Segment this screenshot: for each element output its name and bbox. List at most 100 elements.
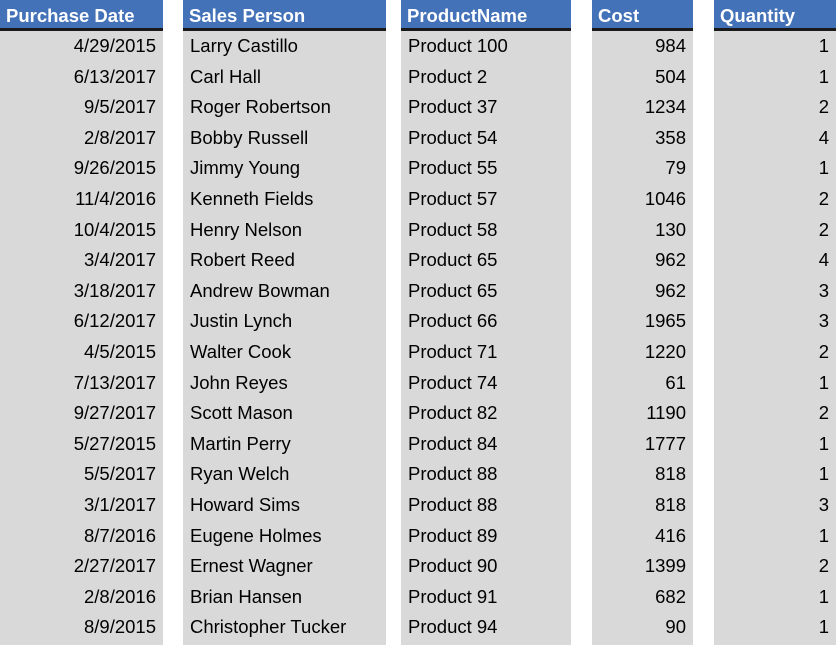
table-cell[interactable]: 818 [592,459,693,490]
table-cell[interactable]: Product 2 [401,62,571,93]
table-cell[interactable]: 682 [592,582,693,613]
table-cell[interactable]: Bobby Russell [183,123,386,154]
table-cell[interactable]: Andrew Bowman [183,276,386,307]
table-cell[interactable]: 1234 [592,92,693,123]
table-cell[interactable]: John Reyes [183,368,386,399]
table-cell[interactable]: Product 54 [401,123,571,154]
table-cell[interactable]: 1046 [592,184,693,215]
column-header-quantity[interactable]: Quantity [714,0,836,31]
table-cell[interactable]: Product 89 [401,521,571,552]
table-cell[interactable]: Carl Hall [183,62,386,93]
table-cell[interactable]: 3/18/2017 [0,276,163,307]
table-cell[interactable]: 3 [714,276,836,307]
table-cell[interactable]: 2 [714,92,836,123]
table-cell[interactable]: Product 55 [401,153,571,184]
table-cell[interactable]: 962 [592,245,693,276]
table-cell[interactable]: 2/8/2016 [0,582,163,613]
table-cell[interactable]: 8/7/2016 [0,521,163,552]
table-cell[interactable]: Martin Perry [183,429,386,460]
table-cell[interactable]: 3 [714,306,836,337]
table-cell[interactable]: Product 88 [401,459,571,490]
table-cell[interactable]: 2 [714,215,836,246]
table-cell[interactable]: Product 58 [401,215,571,246]
table-cell[interactable]: 3/4/2017 [0,245,163,276]
table-cell[interactable]: Ernest Wagner [183,551,386,582]
table-cell[interactable]: 1190 [592,398,693,429]
table-cell[interactable]: 3/1/2017 [0,490,163,521]
table-cell[interactable]: Brian Hansen [183,582,386,613]
table-cell[interactable]: Jimmy Young [183,153,386,184]
table-cell[interactable]: Justin Lynch [183,306,386,337]
table-cell[interactable]: Roger Robertson [183,92,386,123]
table-cell[interactable]: 9/26/2015 [0,153,163,184]
table-cell[interactable]: 1777 [592,429,693,460]
table-cell[interactable]: 504 [592,62,693,93]
table-cell[interactable]: 2/27/2017 [0,551,163,582]
table-cell[interactable]: 1 [714,153,836,184]
table-cell[interactable]: 79 [592,153,693,184]
table-cell[interactable]: 1 [714,612,836,643]
table-cell[interactable]: Product 71 [401,337,571,368]
table-cell[interactable]: 3 [714,490,836,521]
table-cell[interactable]: 1 [714,429,836,460]
column-header-purchase-date[interactable]: Purchase Date [0,0,163,31]
table-cell[interactable]: Robert Reed [183,245,386,276]
table-cell[interactable]: 2/8/2017 [0,123,163,154]
table-cell[interactable]: 1 [714,62,836,93]
table-cell[interactable]: 7/13/2017 [0,368,163,399]
table-cell[interactable]: 2 [714,337,836,368]
table-cell[interactable]: Product 90 [401,551,571,582]
column-header-product-name[interactable]: ProductName [401,0,571,31]
table-cell[interactable]: 962 [592,276,693,307]
table-cell[interactable]: 6/12/2017 [0,306,163,337]
table-cell[interactable]: 9/27/2017 [0,398,163,429]
table-cell[interactable]: 2 [714,184,836,215]
table-cell[interactable]: 1 [714,31,836,62]
table-cell[interactable]: Walter Cook [183,337,386,368]
table-cell[interactable]: 4 [714,245,836,276]
table-cell[interactable]: Product 66 [401,306,571,337]
table-cell[interactable]: Product 37 [401,92,571,123]
table-cell[interactable]: 130 [592,215,693,246]
table-cell[interactable]: 5/27/2015 [0,429,163,460]
table-cell[interactable]: 1 [714,368,836,399]
table-cell[interactable]: Product 94 [401,612,571,643]
table-cell[interactable]: Kenneth Fields [183,184,386,215]
table-cell[interactable]: 2 [714,551,836,582]
table-cell[interactable]: 818 [592,490,693,521]
table-cell[interactable]: 1 [714,459,836,490]
table-cell[interactable]: 4 [714,123,836,154]
table-cell[interactable]: 8/9/2015 [0,612,163,643]
table-cell[interactable]: Product 100 [401,31,571,62]
table-cell[interactable]: Product 84 [401,429,571,460]
table-cell[interactable]: Christopher Tucker [183,612,386,643]
table-cell[interactable]: 1220 [592,337,693,368]
table-cell[interactable]: 6/13/2017 [0,62,163,93]
column-header-cost[interactable]: Cost [592,0,693,31]
table-cell[interactable]: Product 82 [401,398,571,429]
table-cell[interactable]: 61 [592,368,693,399]
table-cell[interactable]: Product 65 [401,276,571,307]
table-cell[interactable]: 1965 [592,306,693,337]
table-cell[interactable]: Eugene Holmes [183,521,386,552]
table-cell[interactable]: Product 74 [401,368,571,399]
table-cell[interactable]: 984 [592,31,693,62]
table-cell[interactable]: Howard Sims [183,490,386,521]
table-cell[interactable]: 4/29/2015 [0,31,163,62]
table-cell[interactable]: 9/5/2017 [0,92,163,123]
table-cell[interactable]: 10/4/2015 [0,215,163,246]
column-header-sales-person[interactable]: Sales Person [183,0,386,31]
table-cell[interactable]: 2 [714,398,836,429]
table-cell[interactable]: Ryan Welch [183,459,386,490]
table-cell[interactable]: 358 [592,123,693,154]
table-cell[interactable]: 11/4/2016 [0,184,163,215]
table-cell[interactable]: 5/5/2017 [0,459,163,490]
table-cell[interactable]: Product 88 [401,490,571,521]
table-cell[interactable]: Scott Mason [183,398,386,429]
table-cell[interactable]: 1399 [592,551,693,582]
table-cell[interactable]: 90 [592,612,693,643]
table-cell[interactable]: 4/5/2015 [0,337,163,368]
table-cell[interactable]: Henry Nelson [183,215,386,246]
table-cell[interactable]: Product 65 [401,245,571,276]
table-cell[interactable]: 1 [714,582,836,613]
